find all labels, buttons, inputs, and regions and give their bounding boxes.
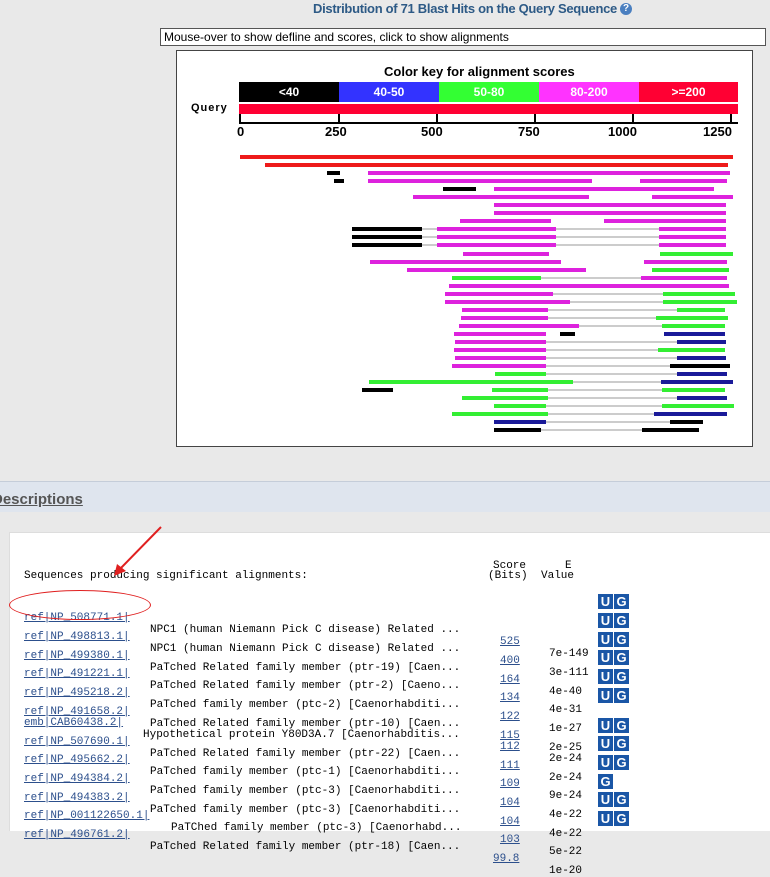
evalue: 1e-20 (549, 865, 583, 877)
hit-description: PaTched Related family member (ptr-18) [… (150, 841, 461, 853)
score-link[interactable]: 103 (500, 834, 520, 846)
annotation-arrow-icon (114, 526, 162, 576)
score-link[interactable]: 99.8 (493, 853, 519, 865)
evalue: 5e-22 (549, 846, 583, 858)
